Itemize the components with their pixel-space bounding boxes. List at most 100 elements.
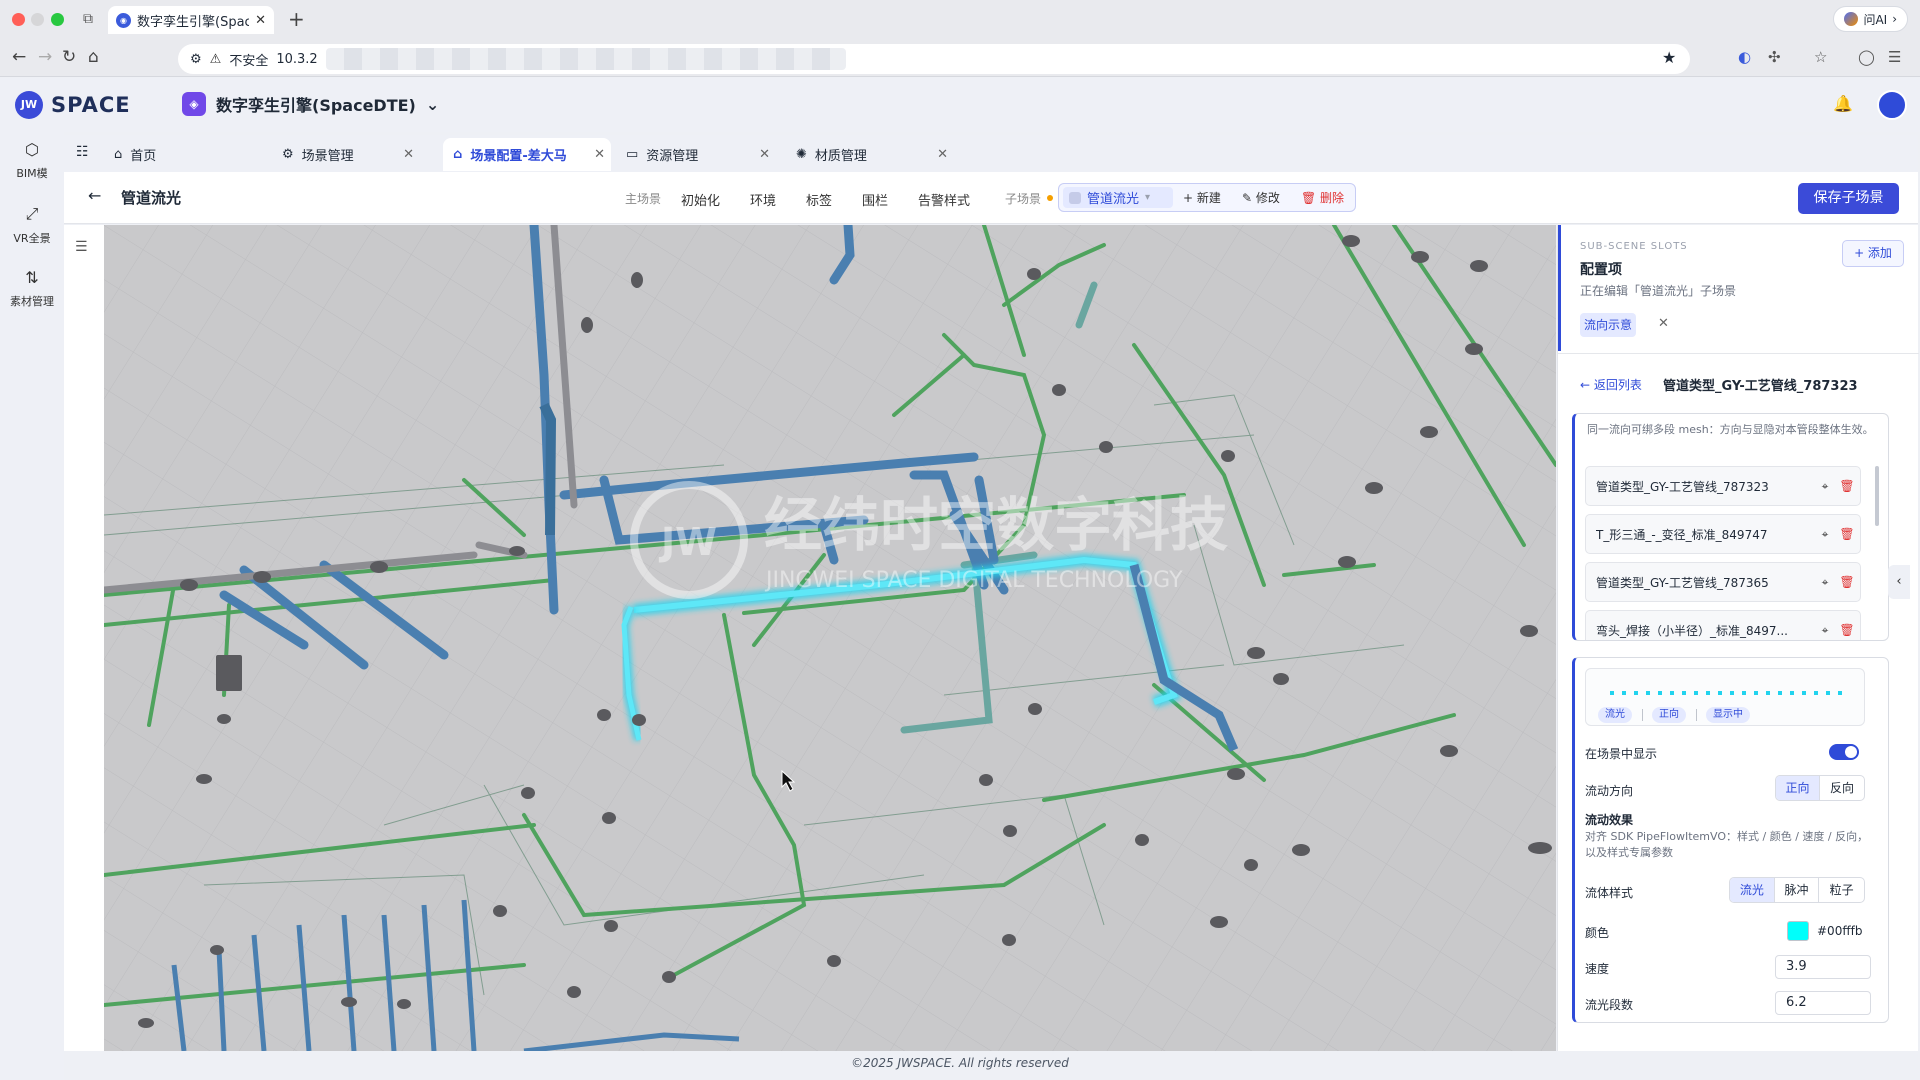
detail-title: 管道类型_GY-工艺管线_787323 (1663, 379, 1858, 394)
menu-icon[interactable]: ☰ (1888, 48, 1901, 66)
reload-icon[interactable]: ↻ (62, 47, 76, 67)
close-icon[interactable]: ✕ (594, 147, 605, 162)
address-bar[interactable]: ⚙ ⚠ 不安全 10.3.2 (178, 44, 1690, 74)
minimize-window-button[interactable] (31, 13, 44, 26)
outline-toggle-icon[interactable]: ☰ (75, 239, 88, 255)
edit-sub-scene-button[interactable]: ✎ 修改 (1242, 189, 1280, 206)
mesh-item[interactable]: 弯头_焊接（小半径）_标准_8497... ⌖ 🗑 (1585, 610, 1861, 640)
new-sub-scene-button[interactable]: + 新建 (1183, 189, 1221, 206)
close-icon[interactable]: ✕ (403, 147, 414, 162)
collapse-panel-button[interactable]: ‹ (1888, 565, 1910, 599)
toolbar-item-alarm-style[interactable]: 告警样式 (918, 190, 970, 209)
locate-icon[interactable]: ⌖ (1816, 575, 1834, 590)
app-header: JW SPACE ◈ 数字孪生引擎(SpaceDTE) ⌄ 🔔 (0, 78, 1920, 132)
tab-label: 材质管理 (814, 149, 867, 164)
bell-icon[interactable]: 🔔 (1833, 94, 1853, 113)
page-tabs: ☷ ⌂ 首页 ⚙ 场景管理 ✕ ⌂ 场景配置-差大马 ✕ ▭ 资源管理 ✕ ✺ … (64, 135, 1918, 172)
tab-material-management[interactable]: ✺ 材质管理 ✕ (786, 138, 954, 171)
flow-preview: 流光 正向 显示中 (1585, 668, 1865, 726)
watermark-cn: 经纬时空数字科技 (764, 491, 1228, 559)
close-icon[interactable]: ✕ (759, 147, 770, 162)
close-window-button[interactable] (12, 13, 25, 26)
scene-square-icon (1069, 191, 1081, 204)
site-settings-icon[interactable]: ⚙ (190, 52, 202, 67)
close-tab-icon[interactable]: ✕ (255, 13, 266, 28)
close-icon[interactable]: ✕ (937, 147, 948, 162)
project-switcher[interactable]: ◈ 数字孪生引擎(SpaceDTE) ⌄ (182, 92, 439, 116)
color-swatch[interactable] (1787, 921, 1809, 941)
divider (1558, 353, 1919, 354)
pipe-scene-viewport[interactable]: JW 经纬时空数字科技 JINGWEI SPACE DIGITAL TECHNO… (104, 225, 1556, 1051)
save-sub-scene-button[interactable]: 保存子场景 (1798, 183, 1899, 214)
style-option-particle[interactable]: 粒子 (1819, 878, 1864, 902)
segments-input[interactable]: 6.2 (1775, 991, 1871, 1015)
mesh-item[interactable]: 管道类型_GY-工艺管线_787323 ⌖ 🗑 (1585, 466, 1861, 506)
maximize-window-button[interactable] (51, 13, 64, 26)
tab-label: 场景配置-差大马 (470, 149, 567, 164)
sub-scene-label: 子场景 (1005, 192, 1042, 206)
home-icon[interactable]: ⌂ (88, 47, 99, 67)
config-title: 配置项 (1580, 262, 1622, 278)
toolbar-item-labels[interactable]: 标签 (806, 190, 832, 209)
avatar[interactable] (1877, 90, 1907, 120)
puzzle-icon[interactable]: ✣ (1768, 48, 1781, 66)
flow-direction-chip[interactable]: 流向示意 (1580, 313, 1636, 337)
mesh-item-label: 弯头_焊接（小半径）_标准_8497... (1596, 623, 1788, 638)
locate-icon[interactable]: ⌖ (1816, 479, 1834, 494)
tab-overview-icon[interactable]: ⧉ (78, 9, 98, 29)
chevron-right-icon: › (1892, 12, 1897, 26)
logo-text: SPACE (51, 93, 131, 117)
favorites-icon[interactable]: ☆ (1814, 48, 1827, 66)
flow-preview-line (1610, 691, 1850, 695)
back-arrow-icon[interactable]: ← (88, 186, 101, 205)
mesh-item[interactable]: T_形三通_-_变径_标准_849747 ⌖ 🗑 (1585, 514, 1861, 554)
back-arrow-icon[interactable]: ← (12, 47, 26, 67)
vr-icon: ⤢ (25, 204, 39, 223)
mesh-item[interactable]: 管道类型_GY-工艺管线_787365 ⌖ 🗑 (1585, 562, 1861, 602)
toolbar-item-fence[interactable]: 围栏 (862, 190, 888, 209)
delete-sub-scene-button[interactable]: 🗑 删除 (1301, 189, 1344, 206)
floor-grid (104, 225, 1556, 1051)
extension-icon[interactable]: ◐ (1738, 48, 1751, 66)
profile-icon[interactable]: ◯ (1858, 48, 1875, 66)
locate-icon[interactable]: ⌖ (1816, 527, 1834, 542)
rail-item-vr[interactable]: ⤢ VR全景 (0, 204, 64, 246)
direction-option-forward[interactable]: 正向 (1776, 776, 1821, 800)
rail-item-assets[interactable]: ⇅ 素材管理 (0, 268, 64, 309)
direction-option-reverse[interactable]: 反向 (1820, 776, 1864, 800)
tabs-menu-icon[interactable]: ☷ (76, 144, 89, 160)
new-tab-button[interactable]: + (288, 7, 305, 31)
tab-home[interactable]: ⌂ 首页 (104, 138, 252, 171)
locate-icon[interactable]: ⌖ (1816, 623, 1834, 638)
trash-icon[interactable]: 🗑 (1834, 479, 1860, 493)
preview-badge-direction: 正向 (1652, 707, 1686, 723)
logo[interactable]: JW SPACE (15, 91, 131, 119)
color-hex-value: #00fffb (1817, 924, 1863, 938)
trash-icon[interactable]: 🗑 (1834, 575, 1860, 589)
toolbar-item-environment[interactable]: 环境 (750, 190, 776, 209)
back-to-list-link[interactable]: ← 返回列表 (1580, 376, 1642, 393)
preview-badge-style: 流光 (1598, 707, 1632, 723)
browser-tab[interactable]: ◉ 数字孪生引擎(SpaceDTE) ✕ (108, 6, 274, 34)
trash-icon[interactable]: 🗑 (1834, 623, 1860, 637)
forward-arrow-icon[interactable]: → (38, 47, 52, 67)
add-config-button[interactable]: + 添加 (1842, 240, 1904, 267)
sub-scene-select[interactable]: 管道流光 ▾ (1063, 187, 1173, 208)
url-text: 10.3.2 (276, 51, 318, 67)
style-option-glow[interactable]: 流光 (1730, 878, 1775, 902)
flow-settings-card: 流光 正向 显示中 在场景中显示 流动方向 正向 反向 流动效果 对齐 SDK … (1572, 657, 1889, 1023)
ask-ai-button[interactable]: 问AI › (1833, 6, 1908, 32)
show-in-scene-toggle[interactable] (1829, 744, 1859, 760)
close-icon[interactable]: ✕ (1658, 316, 1669, 331)
tab-resource-management[interactable]: ▭ 资源管理 ✕ (616, 138, 776, 171)
tab-scene-management[interactable]: ⚙ 场景管理 ✕ (272, 138, 420, 171)
mesh-list-scrollbar[interactable] (1875, 466, 1879, 526)
bookmark-star-icon[interactable]: ★ (1662, 48, 1676, 67)
speed-input[interactable]: 3.9 (1775, 955, 1871, 979)
style-option-pulse[interactable]: 脉冲 (1775, 878, 1820, 902)
trash-icon[interactable]: 🗑 (1834, 527, 1860, 541)
toolbar-item-init[interactable]: 初始化 (681, 190, 720, 209)
style-segmented: 流光 脉冲 粒子 (1729, 877, 1865, 903)
rail-item-bim[interactable]: ⬡ BIM模 (0, 140, 64, 181)
tab-scene-config[interactable]: ⌂ 场景配置-差大马 ✕ (443, 138, 611, 171)
